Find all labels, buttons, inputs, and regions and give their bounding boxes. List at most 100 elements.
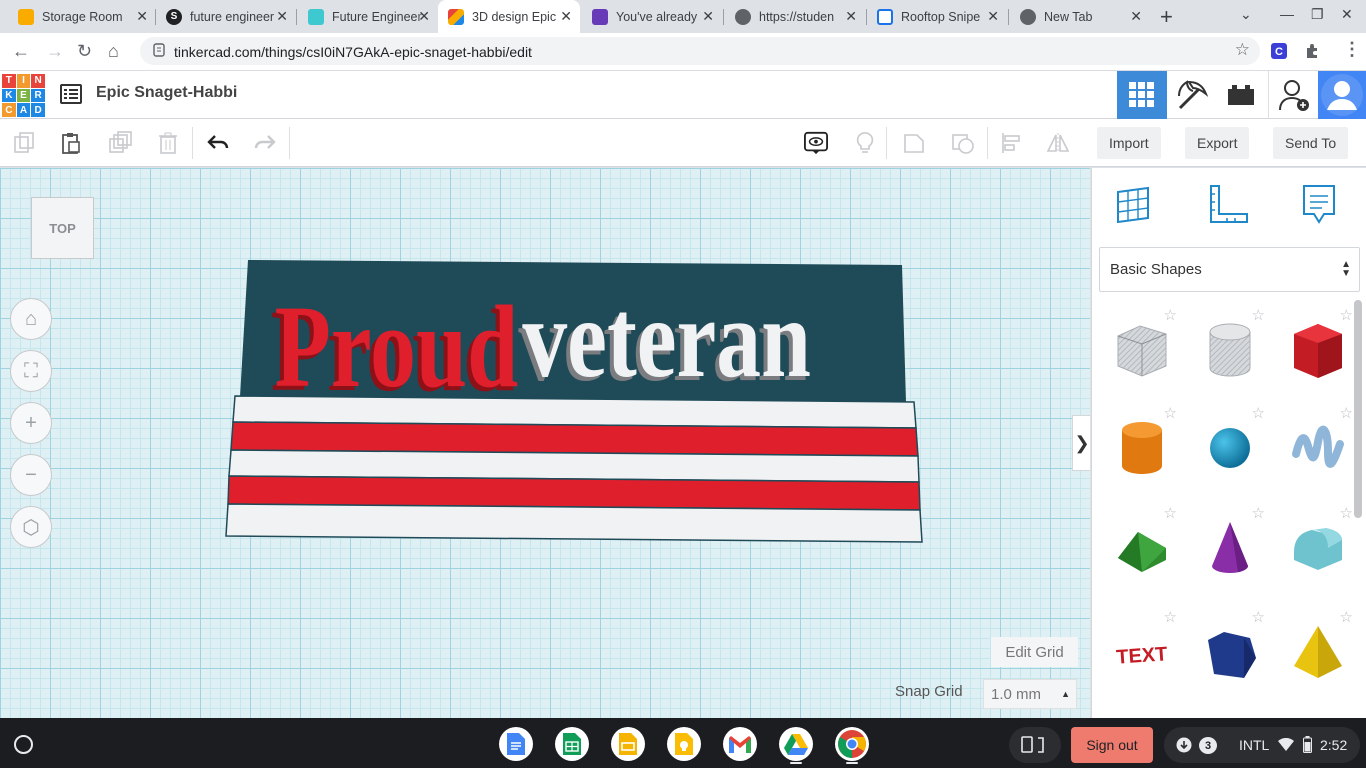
align-icon[interactable] <box>998 129 1026 157</box>
browser-tab[interactable]: S future engineer ✕ <box>156 0 296 33</box>
more-menu-icon[interactable]: ⋮ <box>1343 39 1361 60</box>
google-sheets-icon[interactable] <box>555 727 589 761</box>
google-drive-icon[interactable] <box>779 727 813 761</box>
mirror-icon[interactable] <box>1044 129 1072 157</box>
ruler-icon[interactable] <box>1207 182 1251 226</box>
restore-icon[interactable]: ❐ <box>1311 6 1324 23</box>
show-all-lightbulb-icon[interactable] <box>851 129 879 157</box>
site-info-icon[interactable] <box>152 43 166 57</box>
forms-favicon-icon <box>592 8 608 25</box>
close-tab-icon[interactable]: ✕ <box>560 9 572 23</box>
browser-tab[interactable]: You've already ✕ <box>582 0 722 33</box>
browser-tab-strip: Storage Room ✕ S future engineer ✕ Futur… <box>0 0 1366 33</box>
google-keep-icon[interactable] <box>667 727 701 761</box>
polygon-shape[interactable]: ☆ <box>1187 608 1267 698</box>
slides-favicon-icon <box>18 8 34 25</box>
pickaxe-icon[interactable] <box>1167 71 1217 119</box>
close-tab-icon[interactable]: ✕ <box>276 9 288 23</box>
close-tab-icon[interactable]: ✕ <box>845 9 857 23</box>
perspective-cube-icon[interactable]: ⬡ <box>10 506 52 548</box>
close-window-icon[interactable]: ✕ <box>1341 6 1353 23</box>
send-to-button[interactable]: Send To <box>1273 127 1349 159</box>
bookmark-star-icon[interactable]: ☆ <box>1235 40 1250 60</box>
user-avatar-icon[interactable] <box>1318 71 1366 119</box>
close-tab-icon[interactable]: ✕ <box>702 9 714 23</box>
design-title[interactable]: Epic Snaget-Habbi <box>96 84 237 102</box>
chromeos-shelf: Sign out 3 INTL 2:52 <box>0 718 1366 768</box>
new-tab-plus-icon[interactable]: + <box>1160 4 1173 30</box>
fit-all-icon[interactable]: ⛶ <box>10 350 52 392</box>
cone-shape[interactable]: ☆ <box>1187 504 1267 594</box>
minimize-icon[interactable]: — <box>1280 6 1294 22</box>
back-arrow-icon[interactable]: ← <box>12 41 30 62</box>
sign-out-button[interactable]: Sign out <box>1071 727 1153 763</box>
notification-count-badge: 3 <box>1199 737 1217 754</box>
browser-tab[interactable]: https://studen ✕ <box>725 0 865 33</box>
roof-shape[interactable]: ☆ <box>1099 504 1179 594</box>
workplane-canvas[interactable]: TOP ⌂ ⛶ + − ⬡ Proud Proud veteran vetera… <box>0 168 1090 718</box>
copy-icon[interactable] <box>10 129 38 157</box>
phone-hub-icon[interactable] <box>1009 727 1061 763</box>
cylinder-shape[interactable]: ☆ <box>1099 404 1179 494</box>
gmail-icon[interactable] <box>723 727 757 761</box>
workplane-tool-icon[interactable] <box>1114 182 1158 226</box>
extension-c-icon[interactable]: C <box>1271 43 1287 59</box>
group-icon[interactable] <box>900 129 928 157</box>
address-bar[interactable]: tinkercad.com/things/csI0iN7GAkA-epic-sn… <box>140 37 1260 65</box>
box-hole-shape[interactable]: ☆ <box>1099 306 1179 396</box>
text-shape[interactable]: ☆ TEXT <box>1099 608 1179 698</box>
tab-search-chevron-icon[interactable]: ⌄ <box>1240 6 1252 23</box>
shape-category-select[interactable]: Basic Shapes ▲ ▼ <box>1099 247 1360 292</box>
notes-icon[interactable] <box>1298 182 1342 226</box>
forward-arrow-icon[interactable]: → <box>46 41 64 62</box>
3d-view-grid-icon[interactable] <box>1117 71 1167 119</box>
design-list-icon[interactable] <box>60 84 82 104</box>
round-roof-shape[interactable]: ☆ <box>1275 504 1355 594</box>
snap-grid-select[interactable]: 1.0 mm ▲ <box>983 679 1077 709</box>
sphere-shape[interactable]: ☆ <box>1187 404 1267 494</box>
duplicate-icon[interactable] <box>106 129 134 157</box>
browser-tab-active[interactable]: 3D design Epic ✕ <box>438 0 580 33</box>
pyramid-shape[interactable]: ☆ <box>1275 608 1355 698</box>
close-tab-icon[interactable]: ✕ <box>987 9 999 23</box>
view-cube[interactable]: TOP <box>31 197 94 259</box>
edit-grid-button[interactable]: Edit Grid <box>991 637 1078 667</box>
veteran-plaque-model[interactable]: Proud Proud veteran veteran <box>220 256 930 551</box>
browser-tab[interactable]: Rooftop Snipe ✕ <box>867 0 1007 33</box>
tinkercad-favicon-icon <box>448 8 464 25</box>
import-button[interactable]: Import <box>1097 127 1161 159</box>
zoom-in-icon[interactable]: + <box>10 402 52 444</box>
reload-icon[interactable]: ↻ <box>77 41 92 62</box>
delete-trash-icon[interactable] <box>154 129 182 157</box>
close-tab-icon[interactable]: ✕ <box>136 9 148 23</box>
paste-icon[interactable] <box>57 129 85 157</box>
cylinder-hole-shape[interactable]: ☆ <box>1187 306 1267 396</box>
browser-tab[interactable]: New Tab ✕ <box>1010 0 1150 33</box>
shapes-panel: Basic Shapes ▲ ▼ ☆ ☆ ☆ ☆ ☆ ☆ ☆ ☆ ☆ ☆ TEX… <box>1091 168 1366 718</box>
undo-icon[interactable] <box>204 129 232 157</box>
export-button[interactable]: Export <box>1185 127 1250 159</box>
scribble-shape[interactable]: ☆ <box>1275 404 1355 494</box>
collapse-panel-chevron-icon[interactable]: ❯ <box>1072 415 1090 471</box>
browser-tab[interactable]: Future Engineer ✕ <box>298 0 438 33</box>
bricks-icon[interactable] <box>1216 71 1266 119</box>
launcher-circle-icon[interactable] <box>14 735 33 754</box>
browser-tab[interactable]: Storage Room ✕ <box>8 0 156 33</box>
close-tab-icon[interactable]: ✕ <box>418 9 430 23</box>
google-docs-icon[interactable] <box>499 727 533 761</box>
shapes-scrollbar[interactable] <box>1354 300 1362 518</box>
add-user-icon[interactable] <box>1268 71 1318 119</box>
s-favicon-icon: S <box>166 8 182 25</box>
home-view-icon[interactable]: ⌂ <box>10 298 52 340</box>
ungroup-icon[interactable] <box>949 129 977 157</box>
redo-icon[interactable] <box>251 129 279 157</box>
extensions-puzzle-icon[interactable] <box>1304 43 1320 59</box>
zoom-out-icon[interactable]: − <box>10 454 52 496</box>
chrome-icon[interactable] <box>835 727 869 761</box>
box-shape[interactable]: ☆ <box>1275 306 1355 396</box>
close-tab-icon[interactable]: ✕ <box>1130 9 1142 23</box>
google-slides-icon[interactable] <box>611 727 645 761</box>
home-icon[interactable]: ⌂ <box>108 41 119 62</box>
tinkercad-logo[interactable]: T I N K E R C A D <box>2 74 45 117</box>
notes-toggle-icon[interactable] <box>801 129 831 157</box>
